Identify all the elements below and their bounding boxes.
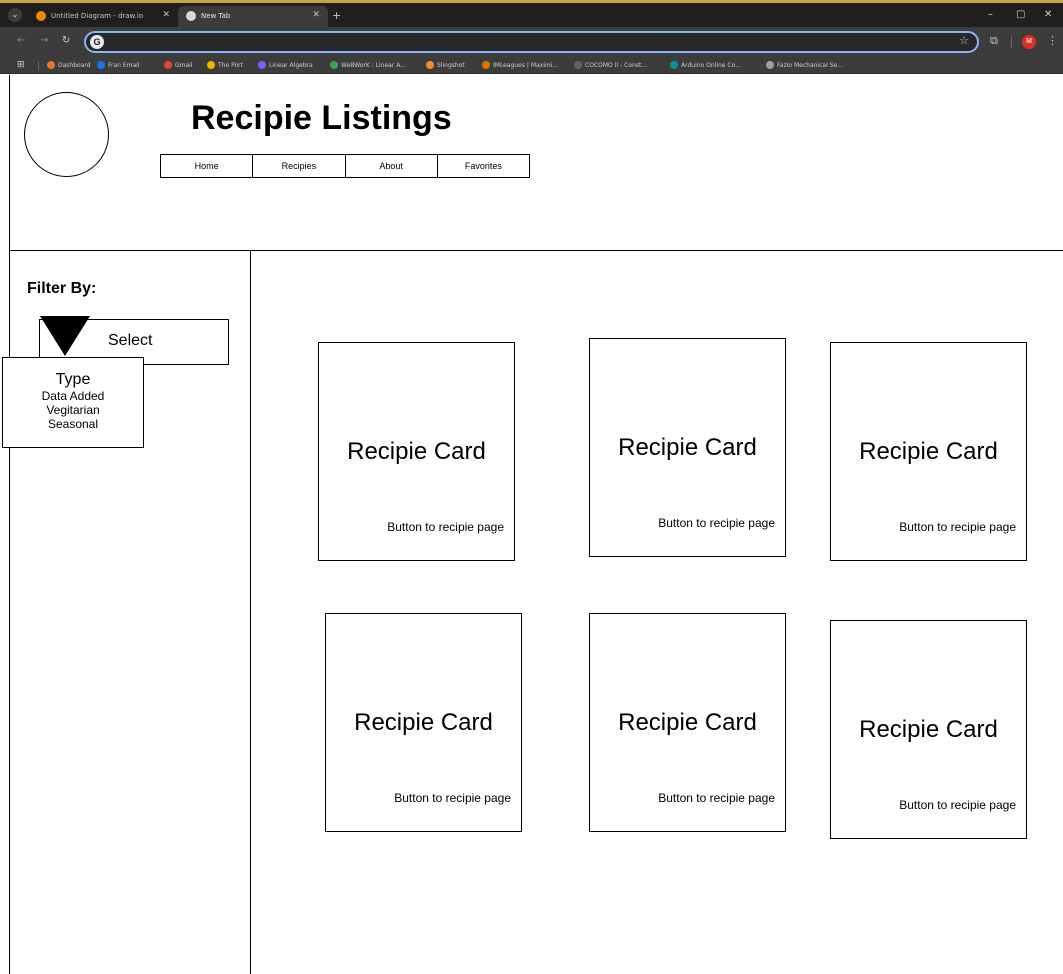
recipe-page-button[interactable]: Button to recipie page	[899, 520, 1016, 534]
bookmark-item[interactable]: COCOMO II - Const...	[574, 60, 647, 71]
close-window-icon[interactable]: ✕	[1044, 9, 1052, 20]
bookmark-item[interactable]: Arduino Online Co...	[670, 60, 741, 71]
nav-home[interactable]: Home	[161, 155, 254, 177]
recipe-card-title: Recipie Card	[618, 434, 757, 461]
bookmark-favicon-icon	[47, 60, 55, 69]
tab-strip: ⌄ Untitled Diagram - draw.io ✕ New Tab ✕…	[0, 3, 1063, 27]
nav-recipies[interactable]: Recipies	[253, 155, 346, 177]
bookmark-label: The Port	[218, 62, 243, 69]
tab-new-tab[interactable]: New Tab ✕	[178, 6, 328, 27]
tab-close-icon[interactable]: ✕	[162, 10, 170, 20]
bookmark-favicon-icon	[426, 60, 434, 69]
bookmarks-divider	[38, 61, 39, 71]
recipe-card[interactable]: Recipie Card Button to recipie page	[830, 342, 1027, 561]
minimize-icon[interactable]: –	[988, 9, 993, 20]
bookmark-favicon-icon	[164, 60, 172, 69]
recipe-card[interactable]: Recipie Card Button to recipie page	[325, 613, 522, 832]
tab-drawio[interactable]: Untitled Diagram - draw.io ✕	[28, 6, 178, 27]
bookmark-item[interactable]: Dashboard	[47, 60, 91, 71]
nav-favorites[interactable]: Favorites	[438, 155, 529, 177]
bookmarks-bar: ⊞ Dashboard Fran Email Gmail The Port Linear…	[0, 57, 1063, 74]
sidebar-divider	[250, 251, 251, 974]
bookmark-favicon-icon	[670, 60, 678, 69]
bookmark-favicon-icon	[207, 60, 215, 69]
recipe-card-title: Recipie Card	[859, 716, 998, 743]
bookmark-label: Fazio Mechanical Se...	[777, 62, 843, 69]
back-arrow-icon[interactable]: ←	[17, 35, 25, 46]
forward-arrow-icon[interactable]: →	[40, 35, 48, 46]
nav-about[interactable]: About	[346, 155, 438, 177]
bookmark-item[interactable]: Slingshot	[426, 60, 465, 71]
bookmark-label: COCOMO II - Const...	[585, 62, 648, 69]
bookmark-item[interactable]: IMLeagues | Maximi...	[482, 60, 558, 71]
recipe-card[interactable]: Recipie Card Button to recipie page	[589, 338, 786, 557]
logo-placeholder	[24, 92, 109, 177]
tab-title: New Tab	[201, 12, 231, 20]
recipe-page-button[interactable]: Button to recipie page	[658, 516, 775, 530]
filter-option-seasonal[interactable]: Seasonal	[3, 417, 143, 431]
recipe-card[interactable]: Recipie Card Button to recipie page	[318, 342, 515, 561]
site-nav: Home Recipies About Favorites	[160, 154, 530, 178]
filter-option-vegitarian[interactable]: Vegitarian	[3, 403, 143, 417]
recipe-page-button[interactable]: Button to recipie page	[387, 520, 504, 534]
bookmark-favicon-icon	[97, 60, 105, 69]
bookmark-label: Gmail	[175, 62, 193, 69]
bookmark-label: Fran Email	[108, 62, 140, 69]
tab-search-icon[interactable]: ⌄	[8, 8, 22, 22]
address-input[interactable]	[110, 34, 930, 50]
maximize-icon[interactable]: ▢	[1016, 9, 1025, 20]
drawio-favicon-icon	[36, 11, 46, 21]
recipe-card[interactable]: Recipie Card Button to recipie page	[589, 613, 786, 832]
address-bar[interactable]: G ☆	[84, 31, 979, 53]
bookmark-label: WeBWorK : Linear A...	[341, 62, 406, 69]
chrome-favicon-icon	[186, 11, 196, 21]
filter-dropdown-menu: Type Data Added Vegitarian Seasonal	[2, 357, 144, 448]
profile-avatar[interactable]: M	[1022, 35, 1036, 49]
extensions-icon[interactable]: ⧉	[990, 34, 998, 48]
filter-label: Filter By:	[27, 280, 97, 297]
tab-close-icon[interactable]: ✕	[312, 10, 320, 20]
filter-option-date-added[interactable]: Data Added	[3, 389, 143, 403]
bookmark-label: Dashboard	[58, 62, 91, 69]
bookmark-item[interactable]: Linear Algebra	[258, 60, 313, 71]
bookmark-item[interactable]: Gmail	[164, 60, 193, 71]
bookmark-label: Slingshot	[437, 62, 465, 69]
recipe-page-button[interactable]: Button to recipie page	[658, 791, 775, 805]
browser-toolbar: ← → ↻ G ☆ ⧉ M ⋮	[0, 27, 1063, 57]
recipe-page-button[interactable]: Button to recipie page	[394, 791, 511, 805]
dropdown-arrow-icon[interactable]	[40, 316, 90, 356]
google-icon: G	[90, 35, 104, 49]
bookmark-label: Arduino Online Co...	[681, 62, 741, 69]
reload-icon[interactable]: ↻	[62, 35, 70, 46]
bookmark-item[interactable]: WeBWorK : Linear A...	[330, 60, 406, 71]
recipe-card-title: Recipie Card	[354, 709, 493, 736]
bookmark-item[interactable]: Fran Email	[97, 60, 140, 71]
header-divider	[9, 250, 1063, 251]
menu-kebab-icon[interactable]: ⋮	[1047, 34, 1058, 47]
page-title: Recipie Listings	[191, 99, 452, 137]
recipe-card[interactable]: Recipie Card Button to recipie page	[830, 620, 1027, 839]
page-canvas: Recipie Listings Home Recipies About Fav…	[0, 75, 1063, 974]
recipe-page-button[interactable]: Button to recipie page	[899, 798, 1016, 812]
recipe-card-title: Recipie Card	[859, 438, 998, 465]
bookmark-favicon-icon	[482, 60, 490, 69]
page-left-border	[9, 75, 10, 974]
bookmark-favicon-icon	[766, 60, 774, 69]
toolbar-divider	[1011, 36, 1012, 48]
bookmark-favicon-icon	[258, 60, 266, 69]
tab-title: Untitled Diagram - draw.io	[51, 12, 144, 20]
dropdown-heading: Type	[55, 371, 91, 388]
bookmark-star-icon[interactable]: ☆	[959, 34, 969, 47]
bookmark-favicon-icon	[330, 60, 338, 69]
bookmark-label: Linear Algebra	[269, 62, 313, 69]
bookmark-label: IMLeagues | Maximi...	[493, 62, 559, 69]
bookmark-item[interactable]: Fazio Mechanical Se...	[766, 60, 843, 71]
filter-select-label: Select	[108, 332, 153, 349]
recipe-card-title: Recipie Card	[618, 709, 757, 736]
new-tab-button[interactable]: +	[332, 9, 341, 22]
apps-grid-icon[interactable]: ⊞	[17, 60, 25, 70]
bookmark-item[interactable]: The Port	[207, 60, 243, 71]
bookmark-favicon-icon	[574, 60, 582, 69]
recipe-card-title: Recipie Card	[347, 438, 486, 465]
